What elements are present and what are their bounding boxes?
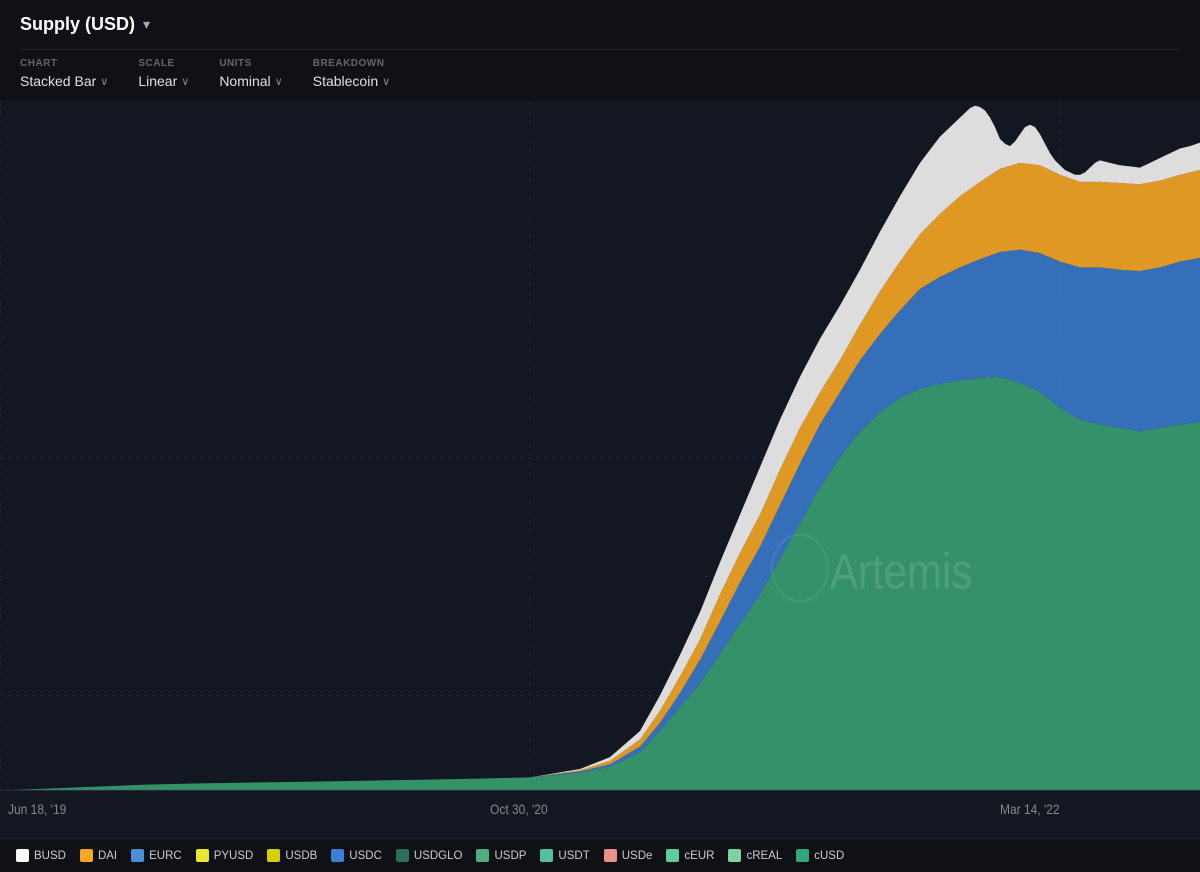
svg-text:Artemis: Artemis (830, 543, 972, 599)
chart-label: CHART (20, 58, 108, 69)
legend-label: cUSD (814, 850, 844, 862)
legend-swatch (131, 849, 144, 862)
legend-swatch (331, 849, 344, 862)
units-dropdown[interactable]: Nominal ∨ (219, 73, 282, 89)
legend-item: USDB (267, 849, 317, 862)
scale-value: Linear (138, 73, 177, 89)
legend-item: USDP (476, 849, 526, 862)
legend-item: EURC (131, 849, 182, 862)
header: Supply (USD) ▾ CHART Stacked Bar ∨ SCALE… (0, 0, 1200, 101)
chart-control: CHART Stacked Bar ∨ (20, 58, 108, 89)
legend-label: EURC (149, 850, 182, 862)
legend-swatch (796, 849, 809, 862)
legend-label: PYUSD (214, 850, 254, 862)
controls-bar: CHART Stacked Bar ∨ SCALE Linear ∨ UNITS… (20, 49, 1180, 101)
legend-item: cREAL (728, 849, 782, 862)
svg-text:Jun 18, '19: Jun 18, '19 (8, 801, 66, 817)
legend-item: USDe (604, 849, 653, 862)
legend-item: cEUR (666, 849, 714, 862)
units-value: Nominal (219, 73, 270, 89)
units-label: UNITS (219, 58, 282, 69)
legend-label: USDe (622, 850, 653, 862)
units-chevron-icon: ∨ (275, 75, 283, 88)
svg-text:Mar 14, '22: Mar 14, '22 (1000, 801, 1060, 817)
legend-item: USDT (540, 849, 589, 862)
legend-label: DAI (98, 850, 117, 862)
units-control: UNITS Nominal ∨ (219, 58, 282, 89)
title-row: Supply (USD) ▾ (20, 14, 1180, 35)
scale-dropdown[interactable]: Linear ∨ (138, 73, 189, 89)
legend-swatch (728, 849, 741, 862)
chart-dropdown[interactable]: Stacked Bar ∨ (20, 73, 108, 89)
legend-label: USDGLO (414, 850, 463, 862)
app-container: Supply (USD) ▾ CHART Stacked Bar ∨ SCALE… (0, 0, 1200, 872)
breakdown-control: BREAKDOWN Stablecoin ∨ (313, 58, 390, 89)
breakdown-chevron-icon: ∨ (382, 75, 390, 88)
title-chevron-icon[interactable]: ▾ (143, 16, 150, 33)
legend-label: USDP (494, 850, 526, 862)
scale-chevron-icon: ∨ (181, 75, 189, 88)
legend-label: USDT (558, 850, 589, 862)
scale-control: SCALE Linear ∨ (138, 58, 189, 89)
chart-area: Jun 18, '19 Oct 30, '20 Mar 14, '22 Arte… (0, 101, 1200, 838)
legend-swatch (16, 849, 29, 862)
legend-label: BUSD (34, 850, 66, 862)
legend-swatch (196, 849, 209, 862)
page-title: Supply (USD) (20, 14, 135, 35)
legend-item: DAI (80, 849, 117, 862)
legend-label: cEUR (684, 850, 714, 862)
legend-swatch (80, 849, 93, 862)
breakdown-label: BREAKDOWN (313, 58, 390, 69)
legend-swatch (604, 849, 617, 862)
legend-item: BUSD (16, 849, 66, 862)
legend-item: USDGLO (396, 849, 463, 862)
legend-swatch (666, 849, 679, 862)
breakdown-dropdown[interactable]: Stablecoin ∨ (313, 73, 390, 89)
legend-label: USDB (285, 850, 317, 862)
chart-chevron-icon: ∨ (100, 75, 108, 88)
legend-item: USDC (331, 849, 382, 862)
legend-label: USDC (349, 850, 382, 862)
breakdown-value: Stablecoin (313, 73, 378, 89)
legend-label: cREAL (746, 850, 782, 862)
legend-swatch (476, 849, 489, 862)
legend-swatch (540, 849, 553, 862)
legend-swatch (396, 849, 409, 862)
chart-value: Stacked Bar (20, 73, 96, 89)
legend-swatch (267, 849, 280, 862)
legend-item: PYUSD (196, 849, 254, 862)
chart-legend: BUSD DAI EURC PYUSD USDB USDC USDGLO USDP USDT US… (0, 838, 1200, 872)
legend-item: cUSD (796, 849, 844, 862)
svg-text:Oct 30, '20: Oct 30, '20 (490, 801, 548, 817)
scale-label: SCALE (138, 58, 189, 69)
chart-svg: Jun 18, '19 Oct 30, '20 Mar 14, '22 Arte… (0, 101, 1200, 838)
